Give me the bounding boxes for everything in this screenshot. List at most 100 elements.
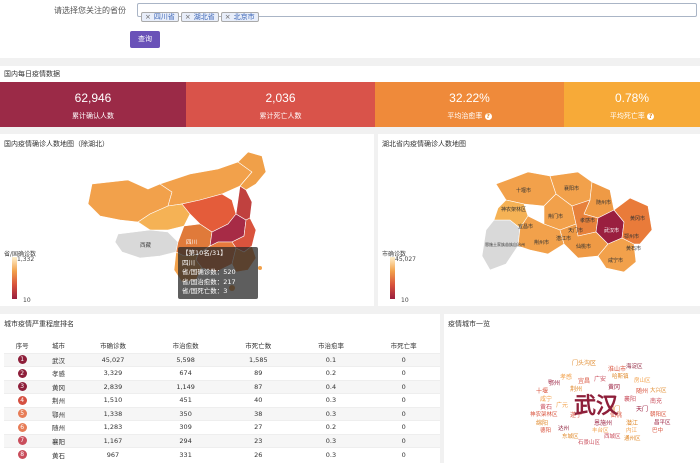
region-label: 西藏 xyxy=(140,241,152,249)
city-label: 鄂州市 xyxy=(624,233,639,240)
cloud-word[interactable]: 广安 xyxy=(594,374,606,383)
province-tag[interactable]: × 湖北省 xyxy=(180,12,219,22)
city-label: 十堰市 xyxy=(516,187,531,194)
cloud-word[interactable]: 天门 xyxy=(636,404,648,413)
city-label: 孝感市 xyxy=(580,217,595,224)
rank-badge: 4 xyxy=(17,395,27,405)
table-cell: 0.4 xyxy=(294,379,368,394)
rank-badge: 7 xyxy=(17,436,27,446)
table-row[interactable]: 7 襄阳 1,167 294 23 0.3 0 xyxy=(4,433,440,448)
cloud-word[interactable]: 海淀区 xyxy=(626,362,643,370)
cloud-word[interactable]: 门头沟区 xyxy=(572,358,596,367)
table-cell: 0.2 xyxy=(294,420,368,434)
tooltip-cured: 省/国治愈数：217 xyxy=(182,277,236,286)
legend-max: 45,027 xyxy=(395,256,416,263)
cloud-word[interactable]: 鄂州 xyxy=(548,378,560,387)
cloud-word[interactable]: 南充 xyxy=(650,396,662,405)
rank-badge: 6 xyxy=(17,422,27,432)
cloud-word[interactable]: 神农架林区 xyxy=(530,410,558,418)
legend-gradient[interactable] xyxy=(390,257,395,299)
tooltip-deaths: 省/国死亡数：3 xyxy=(182,287,228,295)
rank-badge: 8 xyxy=(17,450,27,459)
table-cell: 0.3 xyxy=(294,433,368,448)
table-cell: 0.1 xyxy=(294,352,368,367)
table-cell: 1,338 xyxy=(76,406,150,421)
province-multiselect[interactable]: × 四川省 × 湖北省 × 北京市 xyxy=(137,3,697,22)
province-region[interactable] xyxy=(235,185,253,221)
cloud-word[interactable]: 达州 xyxy=(558,424,569,432)
table-row[interactable]: 3 黄冈 2,839 1,149 87 0.4 0 xyxy=(4,379,440,394)
table-cell: 309 xyxy=(149,420,222,434)
city-cloud-panel: 疫情城市一览 门头沟区 淮山市 海淀区 哈斯镇 广安 孝感 宜昌 房山区 鄂州 … xyxy=(444,314,700,463)
rank-badge: 5 xyxy=(17,409,27,419)
cloud-word[interactable]: 哈斯镇 xyxy=(612,372,629,380)
table-row[interactable]: 1 武汉 45,027 5,598 1,585 0.1 0 xyxy=(4,352,440,367)
table-row[interactable]: 6 随州 1,283 309 27 0.2 0 xyxy=(4,420,440,434)
table-cell: 1,283 xyxy=(76,420,150,434)
table-cell: 鄂州 xyxy=(40,406,77,421)
remove-tag-icon[interactable]: × xyxy=(145,13,151,21)
legend-gradient[interactable] xyxy=(12,257,17,299)
column-header[interactable]: 城市 xyxy=(40,337,76,353)
table-row[interactable]: 8 黄石 967 331 26 0.3 0 xyxy=(4,447,440,461)
table-header-row: 序号 城市 市确诊数 市治愈数 市死亡数 市治愈率 市死亡率 xyxy=(4,337,440,353)
cloud-word[interactable]: 孝感 xyxy=(560,372,572,381)
cloud-word[interactable]: 通州区 xyxy=(624,434,641,442)
province-region-taiwan[interactable] xyxy=(258,266,262,270)
table-cell: 1,510 xyxy=(76,393,150,407)
column-header[interactable]: 市治愈数 xyxy=(149,337,222,353)
table-cell: 武汉 xyxy=(40,352,77,367)
legend-min: 10 xyxy=(23,297,31,304)
cloud-word[interactable]: 内江 xyxy=(626,426,637,434)
help-icon[interactable]: ? xyxy=(484,112,492,120)
city-label: 恩施土家族苗族自治州 xyxy=(485,241,525,247)
cloud-word[interactable]: 大兴区 xyxy=(650,386,667,394)
remove-tag-icon[interactable]: × xyxy=(185,13,191,21)
column-header[interactable]: 市死亡率 xyxy=(367,337,440,353)
daily-stats: 62,946 累计确认人数 2,036 累计死亡人数 32.22% 平均治愈率 … xyxy=(0,82,700,127)
table-cell: 26 xyxy=(221,447,295,461)
stat-avg-death-rate: 0.78% 平均死亡率 ? xyxy=(564,82,700,127)
table-cell: 3,329 xyxy=(76,366,150,380)
column-header[interactable]: 市死亡数 xyxy=(222,337,295,353)
column-header[interactable]: 市治愈率 xyxy=(295,337,368,353)
query-button[interactable]: 查询 xyxy=(130,31,160,48)
table-row[interactable]: 5 鄂州 1,338 350 38 0.3 0 xyxy=(4,406,440,421)
cloud-word[interactable]: 德阳 xyxy=(540,426,551,434)
province-tag[interactable]: × 北京市 xyxy=(220,12,259,22)
city-label: 荆门市 xyxy=(548,213,563,220)
table-cell: 0.3 xyxy=(294,447,368,461)
table-cell: 674 xyxy=(149,366,222,380)
city-label: 黄冈市 xyxy=(630,215,645,222)
table-row[interactable]: 4 荆州 1,510 451 40 0.3 0 xyxy=(4,393,440,407)
city-label: 襄阳市 xyxy=(564,185,579,192)
cloud-word[interactable]: 黄石 xyxy=(540,402,552,411)
tooltip-province: 四川 xyxy=(182,258,195,267)
hubei-map[interactable]: 十堰市 神农架林区 襄阳市 随州市 孝感市 宜昌市 荆门市 武汉市 恩施土家族苗… xyxy=(378,134,700,306)
region-label: 四川 xyxy=(186,239,197,246)
cloud-word[interactable]: 昌平区 xyxy=(654,418,671,426)
column-header[interactable]: 序号 xyxy=(4,337,40,353)
table-row[interactable]: 2 孝感 3,329 674 89 0.2 0 xyxy=(4,366,440,380)
cloud-word[interactable]: 广元 xyxy=(556,400,568,409)
stat-label: 累计确认人数 xyxy=(72,112,114,120)
cloud-word[interactable]: 朝阳区 xyxy=(650,410,667,418)
hubei-map-panel: 湖北省内疫情确诊人数地图 十堰市 神农架林区 襄阳市 随州市 孝感市 宜昌市 荆… xyxy=(378,134,700,306)
stat-total-confirmed: 62,946 累计确认人数 xyxy=(0,82,186,127)
cloud-word[interactable]: 巴中 xyxy=(652,426,663,434)
cloud-word[interactable]: 西城区 xyxy=(604,432,621,440)
cloud-word[interactable]: 随州 xyxy=(636,386,648,395)
cloud-word-largest[interactable]: 武汉 xyxy=(574,388,618,420)
remove-tag-icon[interactable]: × xyxy=(225,13,231,21)
help-icon[interactable]: ? xyxy=(647,112,655,120)
stat-value: 32.22% xyxy=(449,91,490,105)
legend-min: 10 xyxy=(401,297,409,304)
table-cell: 2,839 xyxy=(76,379,150,394)
column-header[interactable]: 市确诊数 xyxy=(77,337,150,353)
cloud-word[interactable]: 石景山区 xyxy=(578,438,600,446)
province-tag[interactable]: × 四川省 xyxy=(141,12,179,22)
cloud-word[interactable]: 房山区 xyxy=(634,376,651,384)
cloud-word[interactable]: 襄阳 xyxy=(624,394,636,403)
table-cell: 襄阳 xyxy=(40,433,77,448)
cloud-word[interactable]: 东城区 xyxy=(562,432,579,440)
